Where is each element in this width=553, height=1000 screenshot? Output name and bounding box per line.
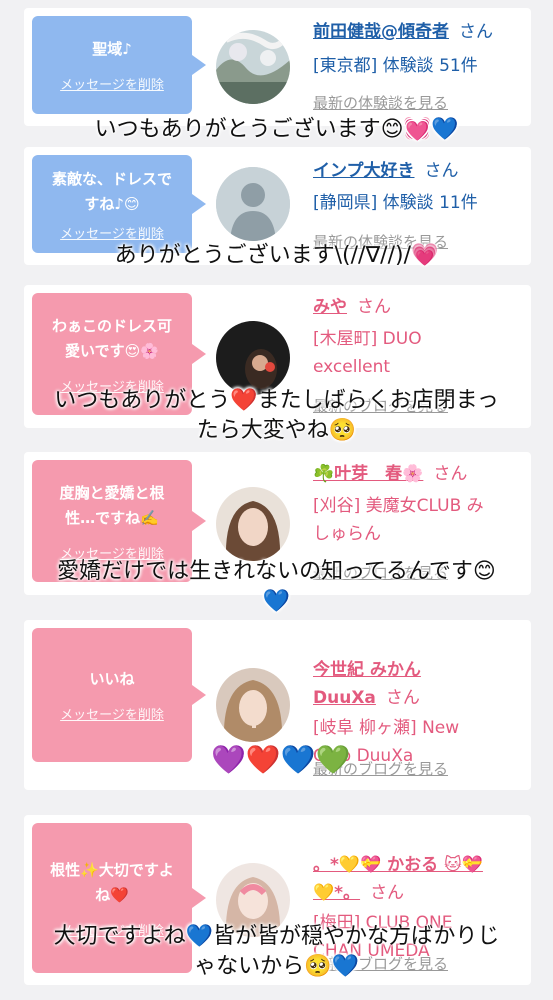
honorific: さん xyxy=(385,688,420,708)
honorific: さん xyxy=(370,883,405,903)
message-text: わぁこのドレス可 愛いです😍🌸 xyxy=(51,316,172,360)
avatar[interactable] xyxy=(216,668,290,742)
message-card: 聖域♪ メッセージを削除 前田健哉@傾奇者 さん [東京都] 体験談 51件 最新… xyxy=(24,8,531,126)
avatar[interactable] xyxy=(216,167,290,241)
user-area: [東京都] 体験談 51件 xyxy=(313,56,478,76)
user-info: みや さん [木屋町] DUO excellent xyxy=(313,293,523,381)
caption-overlay: いつもありがとうございます😊💓💙 xyxy=(94,117,459,142)
delete-message-link[interactable]: メッセージを削除 xyxy=(60,223,164,242)
user-name-link[interactable]: 前田健哉@傾奇者 xyxy=(313,22,449,42)
message-text: 根性✨大切ですよ ね❤️ xyxy=(50,860,174,904)
user-name-link[interactable]: みや xyxy=(313,297,347,317)
honorific: さん xyxy=(433,464,468,484)
avatar[interactable] xyxy=(216,30,290,104)
user-area: [木屋町] DUO excellent xyxy=(313,329,422,377)
user-info: ☘️叶芽 春🌸 さん [刈谷] 美魔女CLUB み しゅらん xyxy=(313,460,523,548)
user-name-link[interactable]: インプ大好き xyxy=(313,161,415,181)
user-name-link[interactable]: ☘️叶芽 春🌸 xyxy=(313,464,423,484)
caption-overlay: 愛嬌だけでは生きれないの知ってるんです😊 💙 xyxy=(57,559,496,614)
caption-overlay: 大切ですよね💙皆が皆が穏やかな方ばかりじ ゃないから🥺💙 xyxy=(53,924,500,979)
honorific: さん xyxy=(459,22,493,42)
user-info: 前田健哉@傾奇者 さん [東京都] 体験談 51件 xyxy=(313,18,523,80)
caption-overlay: ありがとうございます\(//∇//)/💗 xyxy=(114,243,439,268)
hearts-overlay: 💜❤️💙💚 xyxy=(211,743,351,776)
avatar[interactable] xyxy=(216,321,290,395)
message-bubble: 素敵な、ドレスで すね♪😊 メッセージを削除 xyxy=(32,155,206,253)
user-area: [刈谷] 美魔女CLUB み しゅらん xyxy=(313,496,484,544)
message-bubble: いいね メッセージを削除 xyxy=(32,628,206,762)
message-text: 素敵な、ドレスで すね♪😊 xyxy=(51,169,172,213)
message-text: いいね xyxy=(89,670,135,688)
message-bubble: 聖域♪ メッセージを削除 xyxy=(32,16,206,114)
honorific: さん xyxy=(424,161,459,181)
avatar[interactable] xyxy=(216,487,290,561)
message-text: 度胸と愛嬌と根 性…ですね✍️ xyxy=(59,483,165,527)
delete-message-link[interactable]: メッセージを削除 xyxy=(60,704,164,723)
message-text: 聖域♪ xyxy=(92,40,132,58)
delete-message-link[interactable]: メッセージを削除 xyxy=(60,74,164,93)
user-info: インプ大好き さん [静岡県] 体験談 11件 xyxy=(313,157,523,217)
honorific: さん xyxy=(357,297,391,317)
latest-review-link[interactable]: 最新の体験談を見る xyxy=(313,92,448,113)
caption-overlay: いつもありがとう❤️またしばらくお店閉まっ たら大変やね🥺 xyxy=(54,388,499,443)
user-area: [静岡県] 体験談 11件 xyxy=(313,193,478,213)
